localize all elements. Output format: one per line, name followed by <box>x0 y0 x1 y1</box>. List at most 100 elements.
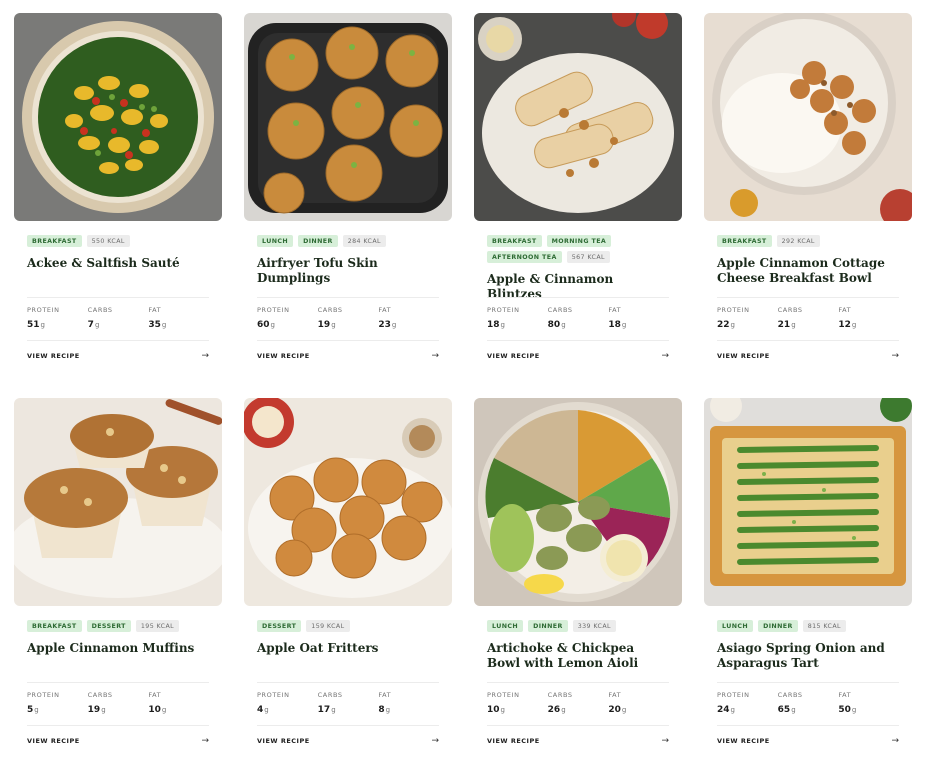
macro-stats: Protein 22g Carbs 21g Fat 12g <box>717 306 899 330</box>
macro-number: 22 <box>717 320 730 330</box>
macro-value: 51g <box>27 320 88 330</box>
macro-number: 7 <box>87 320 94 330</box>
recipe-card[interactable]: Breakfast Dessert 195 KCAL Apple Cinnamon M… <box>14 398 222 770</box>
recipe-card[interactable]: Lunch Dinner 815 KCAL Asiago Spring Onion a… <box>704 398 912 770</box>
macro-stats: Protein 10g Carbs 26g Fat 20g <box>487 691 669 715</box>
macro-value: 20g <box>608 705 669 715</box>
macro-stats: Protein 5g Carbs 19g Fat 10g <box>27 691 209 715</box>
macro-value: 35g <box>148 320 209 330</box>
recipe-photo[interactable] <box>14 13 222 221</box>
recipe-card[interactable]: Dessert 159 KCAL Apple Oat Fritters Protein… <box>244 398 452 770</box>
macro-fat: Fat 23g <box>378 306 439 330</box>
macro-label: Carbs <box>87 691 113 699</box>
arrow-right-icon[interactable]: → <box>661 736 669 746</box>
macro-unit: g <box>851 706 857 714</box>
macro-value: 21g <box>778 320 839 330</box>
macro-unit: g <box>791 321 796 329</box>
macro-number: 35 <box>148 320 161 330</box>
macro-label: Fat <box>608 306 622 314</box>
recipe-card[interactable]: Breakfast 292 KCAL Apple Cinnamon Cottage … <box>704 13 912 385</box>
macro-carbs: Carbs 80g <box>548 306 609 330</box>
macro-stats: Protein 60g Carbs 19g Fat 23g <box>257 306 439 330</box>
tag-list: Lunch Dinner 815 KCAL <box>717 620 899 632</box>
view-recipe-label[interactable]: View Recipe <box>717 352 770 360</box>
macro-label: Fat <box>608 691 622 699</box>
macro-value: 17g <box>318 705 379 715</box>
macro-fat: Fat 20g <box>608 691 669 715</box>
recipe-photo[interactable] <box>244 398 452 606</box>
recipe-title[interactable]: Asiago Spring Onion and Asparagus Tart <box>717 641 899 671</box>
macro-stats: Protein 51g Carbs 7g Fat 35g <box>27 306 209 330</box>
recipe-card[interactable]: Lunch Dinner 339 KCAL Artichoke & Chickpea … <box>474 398 682 770</box>
tag-list: Lunch Dinner 284 KCAL <box>257 235 439 247</box>
macro-number: 10 <box>148 705 161 715</box>
macro-value: 4g <box>257 705 318 715</box>
macro-unit: g <box>621 321 627 329</box>
macro-protein: Protein 24g <box>717 691 778 715</box>
view-recipe-link[interactable]: View Recipe → <box>487 351 669 361</box>
macro-value: 22g <box>717 320 778 330</box>
view-recipe-link[interactable]: View Recipe → <box>487 736 669 746</box>
tag-list: Breakfast Morning Tea Afternoon Tea 567 KCA… <box>487 235 669 263</box>
view-recipe-link[interactable]: View Recipe → <box>717 351 899 361</box>
recipe-photo[interactable] <box>14 398 222 606</box>
recipe-title[interactable]: Apple Cinnamon Muffins <box>27 641 209 671</box>
kcal-badge: 284 KCAL <box>342 235 386 247</box>
view-recipe-label[interactable]: View Recipe <box>257 737 310 745</box>
recipe-title[interactable]: Airfryer Tofu Skin Dumplings <box>257 256 439 286</box>
recipe-title[interactable]: Apple Oat Fritters <box>257 641 439 671</box>
recipe-title[interactable]: Artichoke & Chickpea Bowl with Lemon Aio… <box>487 641 669 671</box>
meal-tag: Morning Tea <box>546 235 612 247</box>
macro-number: 17 <box>317 705 331 715</box>
macro-label: Carbs <box>777 691 803 699</box>
view-recipe-link[interactable]: View Recipe → <box>27 351 209 361</box>
macro-unit: g <box>161 321 167 329</box>
arrow-right-icon[interactable]: → <box>431 736 439 746</box>
recipe-photo[interactable] <box>244 13 452 221</box>
divider <box>27 725 209 726</box>
recipe-card[interactable]: Lunch Dinner 284 KCAL Airfryer Tofu Skin Du… <box>244 13 452 385</box>
arrow-right-icon[interactable]: → <box>891 736 899 746</box>
recipe-photo[interactable] <box>474 13 682 221</box>
macro-carbs: Carbs 19g <box>88 691 149 715</box>
macro-unit: g <box>385 706 391 714</box>
macro-fat: Fat 18g <box>608 306 669 330</box>
arrow-right-icon[interactable]: → <box>891 351 899 361</box>
view-recipe-link[interactable]: View Recipe → <box>717 736 899 746</box>
view-recipe-label[interactable]: View Recipe <box>257 352 310 360</box>
recipe-grid: Breakfast 550 KCAL Ackee & Saltfish Sauté P… <box>14 13 912 770</box>
arrow-right-icon[interactable]: → <box>201 736 209 746</box>
recipe-photo[interactable] <box>704 13 912 221</box>
view-recipe-label[interactable]: View Recipe <box>27 352 80 360</box>
macro-value: 50g <box>838 705 899 715</box>
recipe-photo[interactable] <box>704 398 912 606</box>
macro-protein: Protein 22g <box>717 306 778 330</box>
view-recipe-link[interactable]: View Recipe → <box>27 736 209 746</box>
arrow-right-icon[interactable]: → <box>431 351 439 361</box>
macro-label: Protein <box>257 306 290 314</box>
meal-tag: Lunch <box>257 235 294 247</box>
view-recipe-link[interactable]: View Recipe → <box>257 351 439 361</box>
recipe-title[interactable]: Apple Cinnamon Cottage Cheese Breakfast … <box>717 256 899 286</box>
macro-unit: g <box>791 706 796 714</box>
recipe-photo[interactable] <box>474 398 682 606</box>
arrow-right-icon[interactable]: → <box>661 351 669 361</box>
macro-number: 23 <box>378 320 391 330</box>
arrow-right-icon[interactable]: → <box>201 351 209 361</box>
kcal-badge: 195 KCAL <box>135 620 180 632</box>
meal-tag: Lunch <box>717 620 754 632</box>
view-recipe-link[interactable]: View Recipe → <box>257 736 439 746</box>
divider <box>717 725 899 726</box>
recipe-title[interactable]: Ackee & Saltfish Sauté <box>27 256 209 286</box>
macro-fat: Fat 12g <box>838 306 899 330</box>
view-recipe-label[interactable]: View Recipe <box>487 737 540 745</box>
view-recipe-label[interactable]: View Recipe <box>717 737 770 745</box>
recipe-card[interactable]: Breakfast 550 KCAL Ackee & Saltfish Sauté P… <box>14 13 222 385</box>
view-recipe-label[interactable]: View Recipe <box>27 737 80 745</box>
macro-unit: g <box>561 321 566 329</box>
macro-unit: g <box>730 706 735 714</box>
macro-stats: Protein 24g Carbs 65g Fat 50g <box>717 691 899 715</box>
view-recipe-label[interactable]: View Recipe <box>487 352 540 360</box>
recipe-card[interactable]: Breakfast Morning Tea Afternoon Tea 567 KCA… <box>474 13 682 385</box>
macro-number: 12 <box>838 320 851 330</box>
